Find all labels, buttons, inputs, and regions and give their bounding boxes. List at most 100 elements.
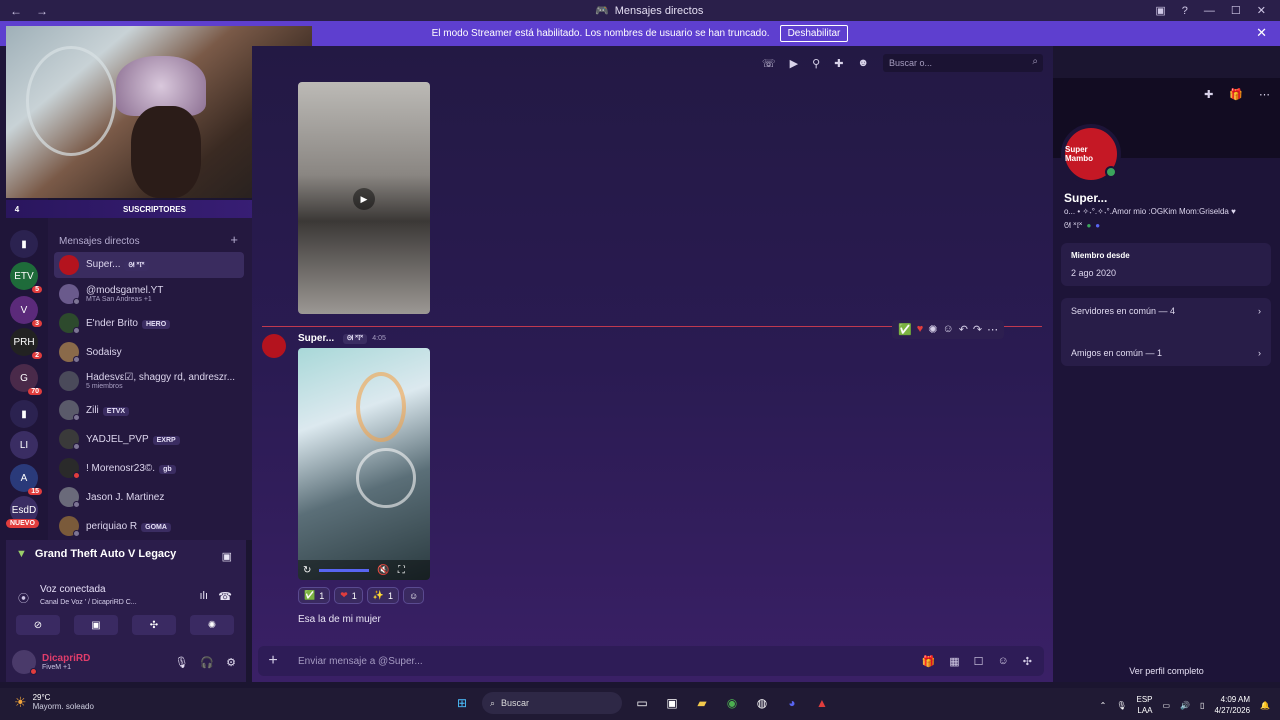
- dm-item[interactable]: @modsgamel.YT MTA San Andreas +1: [54, 281, 244, 307]
- windows-start-icon[interactable]: ⊞: [452, 693, 472, 713]
- view-full-profile[interactable]: Ver perfil completo: [1053, 666, 1280, 676]
- dm-item[interactable]: E'nder Brito HERO: [54, 310, 244, 336]
- game-activity[interactable]: ▼ Grand Theft Auto V Legacy: [16, 548, 176, 560]
- add-friend-icon[interactable]: ✚: [834, 57, 843, 70]
- gear-icon[interactable]: ⚙: [226, 656, 236, 669]
- mute-icon[interactable]: 🔇: [377, 565, 389, 576]
- video-attachment[interactable]: ▶: [298, 82, 430, 314]
- folder-icon[interactable]: ▮: [10, 230, 38, 258]
- chevron-up-icon[interactable]: ⌃: [1100, 701, 1107, 710]
- camera-off-button[interactable]: ⊘: [16, 615, 60, 635]
- current-user[interactable]: DicapriRD FiveM +1: [12, 650, 90, 675]
- screen-share-button[interactable]: ▣: [74, 615, 118, 635]
- stream-icon[interactable]: ▣: [222, 550, 232, 563]
- sparkle-reaction-icon[interactable]: ✺: [928, 323, 937, 336]
- dm-item[interactable]: ! Morenosr23©. gb: [54, 455, 244, 481]
- sound-effects-button[interactable]: ✺: [190, 615, 234, 635]
- forward-arrow-icon[interactable]: →: [36, 4, 48, 18]
- app-icon[interactable]: ▲: [812, 693, 832, 713]
- sticker-icon[interactable]: ☐: [974, 655, 984, 668]
- network-icon[interactable]: ▭: [1163, 701, 1171, 710]
- reaction-sparkle[interactable]: ✨ 1: [366, 587, 400, 604]
- notification-bell-icon[interactable]: 🔔: [1260, 701, 1270, 710]
- dm-item[interactable]: Sodaisy: [54, 339, 244, 365]
- reaction-heart[interactable]: ❤ 1: [334, 587, 363, 604]
- microphone-icon[interactable]: 🎙: [1116, 701, 1126, 710]
- dm-item[interactable]: Super... ᘛ ᕽ𝔩ᕁ: [54, 252, 244, 278]
- dm-item[interactable]: periquiao R GOMA: [54, 513, 244, 539]
- gif-icon[interactable]: ▦: [949, 655, 959, 668]
- folder-icon[interactable]: ▮: [10, 400, 38, 428]
- message-author[interactable]: Super...: [298, 333, 334, 344]
- mutual-friends-row[interactable]: Amigos en común — 1 ›: [1061, 340, 1271, 366]
- replay-icon[interactable]: ↻: [303, 565, 311, 576]
- progress-bar[interactable]: [319, 568, 370, 572]
- server-icon[interactable]: ETV 5: [10, 262, 42, 293]
- language-indicator[interactable]: ESP LAA: [1136, 694, 1152, 716]
- search-input[interactable]: Buscar o... ⌕: [883, 54, 1043, 72]
- maximize-button[interactable]: ☐: [1231, 4, 1241, 17]
- dm-item[interactable]: YADJEL_PVP EXRP: [54, 426, 244, 452]
- more-icon[interactable]: ⋯: [1259, 88, 1270, 101]
- attach-icon[interactable]: +: [258, 652, 288, 670]
- volume-icon[interactable]: 🔊: [1180, 701, 1190, 710]
- profile-avatar[interactable]: Super Mambo: [1061, 124, 1121, 184]
- emoji-icon[interactable]: ☺: [998, 655, 1009, 668]
- minimize-button[interactable]: —: [1204, 5, 1215, 17]
- video-attachment[interactable]: ↻ 🔇 ⛶: [298, 348, 430, 580]
- file-explorer-icon[interactable]: ▰: [692, 693, 712, 713]
- reaction-check[interactable]: ✅ 1: [298, 587, 331, 604]
- clock[interactable]: 4:09 AM 4/27/2026: [1214, 694, 1250, 716]
- reply-icon[interactable]: ↶: [959, 323, 968, 336]
- back-arrow-icon[interactable]: ←: [10, 4, 22, 18]
- soundboard-icon[interactable]: ılı: [199, 590, 208, 602]
- more-icon[interactable]: ⋯: [987, 323, 998, 336]
- server-icon[interactable]: G 70: [10, 364, 42, 395]
- apps-icon[interactable]: ✣: [1023, 655, 1032, 668]
- pin-icon[interactable]: ⚲: [812, 57, 820, 70]
- app-icon[interactable]: ◍: [752, 693, 772, 713]
- help-icon[interactable]: ?: [1182, 5, 1188, 17]
- taskbar-search[interactable]: ⌕ Buscar: [482, 692, 622, 714]
- gift-icon[interactable]: 🎁: [922, 655, 936, 668]
- app-icon[interactable]: ▣: [662, 693, 682, 713]
- server-icon[interactable]: A 15: [10, 464, 42, 495]
- new-dm-icon[interactable]: +: [230, 232, 238, 247]
- weather-widget[interactable]: ☀ 29°C Mayorm. soleado: [14, 693, 94, 711]
- headphones-icon[interactable]: 🎧: [200, 656, 214, 669]
- close-banner-icon[interactable]: ✕: [1256, 25, 1267, 41]
- check-reaction-icon[interactable]: ✅: [898, 323, 912, 336]
- heart-reaction-icon[interactable]: ♥: [917, 323, 924, 336]
- server-icon[interactable]: LI: [10, 431, 38, 459]
- dm-item[interactable]: Zili ETVX: [54, 397, 244, 423]
- voice-status[interactable]: Voz conectada Canal De Voz ' / DicapriRD…: [40, 584, 137, 606]
- dm-item[interactable]: Jason J. Martinez: [54, 484, 244, 510]
- signal-icon: ⦿: [18, 593, 29, 605]
- inbox-icon[interactable]: ▣: [1155, 4, 1165, 17]
- task-view-icon[interactable]: ▭: [632, 693, 652, 713]
- dm-item[interactable]: Hadesvε☑, shaggy rd, andreszr... 5 miembr…: [54, 368, 244, 394]
- server-icon[interactable]: PRH 2: [10, 328, 42, 359]
- activities-button[interactable]: ✣: [132, 615, 176, 635]
- add-reaction-icon[interactable]: ☺: [942, 323, 953, 336]
- server-icon[interactable]: V3: [10, 296, 42, 327]
- play-icon[interactable]: ▶: [353, 188, 375, 210]
- close-window-button[interactable]: ✕: [1257, 4, 1266, 17]
- add-reaction-button[interactable]: ☺: [403, 587, 425, 604]
- discord-icon[interactable]: ◕: [782, 693, 802, 713]
- video-icon[interactable]: ▶: [790, 57, 798, 70]
- call-icon[interactable]: ☏: [762, 57, 776, 70]
- gift-icon[interactable]: 🎁: [1229, 88, 1243, 101]
- message-input[interactable]: Enviar mensaje a @Super...: [288, 656, 922, 667]
- battery-icon[interactable]: ▯: [1200, 701, 1204, 710]
- mutual-servers-row[interactable]: Servidores en común — 4 ›: [1061, 298, 1271, 324]
- add-friend-icon[interactable]: ✚: [1204, 88, 1213, 101]
- forward-icon[interactable]: ↷: [973, 323, 982, 336]
- disconnect-icon[interactable]: ☎: [218, 590, 232, 603]
- fullscreen-icon[interactable]: ⛶: [398, 565, 405, 576]
- profile-icon[interactable]: ☻: [857, 57, 869, 69]
- chrome-icon[interactable]: ◉: [722, 693, 742, 713]
- message-avatar[interactable]: [262, 334, 286, 358]
- microphone-icon[interactable]: 🎙: [174, 656, 188, 669]
- disable-streamer-button[interactable]: Deshabilitar: [779, 25, 849, 42]
